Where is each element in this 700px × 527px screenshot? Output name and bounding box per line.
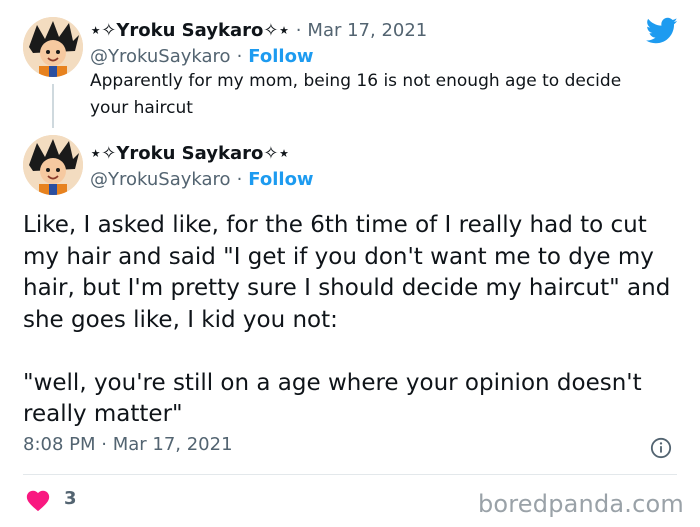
watermark: boredpanda.com	[477, 490, 684, 518]
main-author-row: ⋆✧Yroku Saykaro✧⋆	[90, 140, 290, 166]
twitter-bird-icon[interactable]	[646, 17, 678, 45]
info-icon[interactable]	[650, 437, 672, 459]
avatar-image	[23, 17, 83, 77]
tweet-paragraph: "well, you're still on a age where your …	[23, 369, 642, 428]
main-handle-row: @YrokuSaykaro · Follow	[90, 166, 314, 192]
reply-handle-dot: ·	[236, 45, 243, 67]
reply-date[interactable]: Mar 17, 2021	[307, 20, 427, 41]
reply-display-name[interactable]: ⋆✧Yroku Saykaro✧⋆	[90, 20, 290, 41]
main-follow-button[interactable]: Follow	[248, 169, 313, 190]
like-count: 3	[64, 488, 77, 509]
reply-follow-button[interactable]: Follow	[248, 46, 313, 67]
main-tweet-text: Like, I asked like, for the 6th time of …	[23, 210, 683, 431]
avatar[interactable]	[23, 17, 83, 77]
reply-author-row: ⋆✧Yroku Saykaro✧⋆ · Mar 17, 2021	[90, 17, 427, 43]
reply-date-separator: ·	[295, 19, 302, 41]
main-handle-dot: ·	[236, 168, 243, 190]
avatar-image	[23, 135, 83, 195]
main-display-name[interactable]: ⋆✧Yroku Saykaro✧⋆	[90, 143, 290, 164]
avatar[interactable]	[23, 135, 83, 195]
tweet-paragraph: Like, I asked like, for the 6th time of …	[23, 212, 671, 333]
tweet-timestamp[interactable]: 8:08 PM · Mar 17, 2021	[23, 434, 233, 455]
reply-handle-row: @YrokuSaykaro · Follow	[90, 43, 314, 69]
reply-tweet-text: Apparently for my mom, being 16 is not e…	[90, 71, 622, 118]
reply-handle[interactable]: @YrokuSaykaro	[90, 46, 231, 67]
divider	[23, 474, 677, 475]
heart-icon[interactable]	[25, 488, 51, 512]
thread-connector-line	[52, 84, 54, 128]
main-handle[interactable]: @YrokuSaykaro	[90, 169, 231, 190]
